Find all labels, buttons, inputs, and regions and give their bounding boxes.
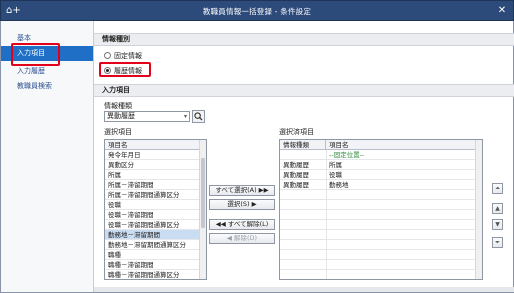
title-bar: ⌂+ 教職員情報一括登録 - 条件設定 ✕	[0, 0, 514, 21]
table-row-empty	[280, 220, 477, 230]
table-cell-item-name[interactable]: 所属	[326, 160, 477, 170]
selectable-items-list[interactable]: 項目名 発令年月日 異動区分 所属 所属－滞留期間 所属－滞留期間通算区分 役職…	[104, 139, 207, 280]
info-kind-value: 異動履歴	[107, 112, 135, 120]
table-cell-item-name[interactable]: 役職	[326, 170, 477, 180]
move-top-icon: ⏶	[495, 185, 500, 192]
table-row-empty	[280, 210, 477, 220]
info-kind-select[interactable]: 異動履歴 ▾	[104, 111, 190, 122]
info-kind-label: 情報種類	[104, 102, 132, 110]
deselect-all-button[interactable]: ◀◀ すべて解除(L)	[209, 219, 275, 230]
select-all-button[interactable]: すべて選択(A) ▶▶	[209, 185, 275, 196]
sidebar-item-input-items[interactable]: 入力項目	[1, 43, 93, 66]
table-row-empty	[280, 260, 477, 270]
table-cell-info-kind[interactable]: 異動履歴	[280, 170, 326, 180]
list-item[interactable]: 職種－滞留期間通算区分	[105, 270, 200, 279]
section-header-input-items: 入力項目	[94, 84, 514, 97]
sidebar-item-staff-search[interactable]: 教職員検索	[1, 79, 93, 94]
list-item[interactable]: 役職－滞留期間	[105, 210, 200, 220]
list-item[interactable]: 職種－滞留期間	[105, 260, 200, 270]
move-bottom-icon: ⏷	[495, 239, 500, 246]
column-header-item-name: 項目名	[105, 140, 200, 150]
window-title: 教職員情報一括登録 - 条件設定	[202, 7, 312, 16]
table-row-empty	[280, 250, 477, 260]
selectable-items-label: 選択項目	[104, 128, 132, 136]
chevron-down-icon: ▾	[183, 113, 187, 120]
selected-items-label: 選択済項目	[279, 128, 314, 136]
list-item[interactable]: 所属－滞留期間	[105, 180, 200, 190]
list-item[interactable]: 勤務地－滞留期間通算区分	[105, 240, 200, 250]
move-up-icon: ▲	[495, 205, 500, 212]
main-panel: 情報種別 固定情報 履歴情報 入力項目 情報種類 異動履歴 ▾ 選択項目 項目名…	[94, 21, 514, 292]
search-icon	[194, 112, 203, 121]
deselect-button[interactable]: ◀ 解除(D)	[209, 233, 275, 244]
table-cell-item-name[interactable]: 勤務地	[326, 180, 477, 190]
table-cell-item-name[interactable]: --固定位置--	[326, 150, 477, 160]
select-button[interactable]: 選択(S) ▶	[209, 199, 275, 210]
highlight-box	[99, 62, 151, 77]
move-up-button[interactable]: ▲	[492, 203, 503, 214]
close-icon[interactable]: ✕	[495, 4, 509, 18]
move-down-icon: ▼	[495, 221, 500, 228]
move-bottom-button[interactable]: ⏷	[492, 237, 503, 248]
list-item[interactable]: 役職－滞留期間通算区分	[105, 220, 200, 230]
search-button[interactable]	[192, 110, 205, 123]
selectable-list-scrollbar[interactable]	[199, 140, 206, 279]
list-item-selected[interactable]: 勤務地－滞留期間	[105, 230, 200, 240]
table-row-empty	[280, 200, 477, 210]
table-cell-info-kind[interactable]	[280, 150, 326, 160]
sidebar-item-input-history[interactable]: 入力履歴	[1, 64, 93, 79]
list-item[interactable]: 所属－滞留期間通算区分	[105, 190, 200, 200]
section-header-info-type: 情報種別	[94, 33, 514, 46]
table-row-empty	[280, 240, 477, 250]
radio-label: 固定情報	[114, 52, 142, 60]
radio-button-icon[interactable]	[104, 52, 111, 59]
selected-list-scrollbar[interactable]	[475, 140, 482, 279]
list-item[interactable]: 役職	[105, 200, 200, 210]
list-item[interactable]: 異動区分	[105, 160, 200, 170]
move-down-button[interactable]: ▼	[492, 219, 503, 230]
list-item[interactable]: 所属	[105, 170, 200, 180]
column-header-item-name: 項目名	[326, 140, 477, 150]
table-cell-info-kind[interactable]: 異動履歴	[280, 180, 326, 190]
move-top-button[interactable]: ⏶	[492, 183, 503, 194]
sidebar: 基本 入力項目 入力履歴 教職員検索	[1, 21, 94, 292]
list-item[interactable]: 職種	[105, 250, 200, 260]
radio-fixed-info[interactable]: 固定情報	[104, 51, 142, 61]
scrollbar-thumb[interactable]	[201, 158, 205, 228]
selected-items-list[interactable]: 情報種類 項目名 --固定位置-- 異動履歴 所属 異動履歴 役職 異動履歴 勤…	[279, 139, 483, 280]
dialog-body: 基本 入力項目 入力履歴 教職員検索 情報種別 固定情報 履歴情報 入力項目 情…	[0, 21, 514, 293]
bottom-divider	[94, 287, 514, 292]
table-row-empty	[280, 230, 477, 240]
list-item[interactable]: 発令年月日	[105, 150, 200, 160]
column-header-info-kind: 情報種類	[280, 140, 326, 150]
table-row-empty	[280, 190, 477, 200]
table-cell-info-kind[interactable]: 異動履歴	[280, 160, 326, 170]
